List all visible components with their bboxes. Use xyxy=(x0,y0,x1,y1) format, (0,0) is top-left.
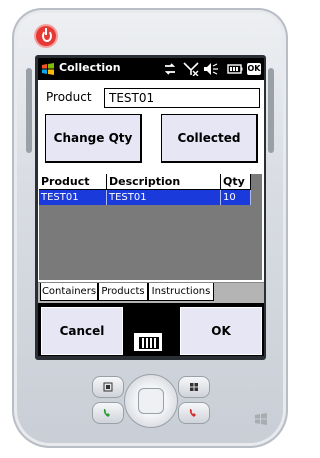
bottom-bar: Cancel OK xyxy=(38,303,264,356)
battery-icon[interactable] xyxy=(227,62,243,76)
volume-icon[interactable] xyxy=(203,62,219,76)
products-grid: Product Description Qty TEST01 TEST01 10 xyxy=(39,174,262,280)
title-bar: Collection OK xyxy=(38,58,264,80)
grid-cell-qty[interactable]: 10 xyxy=(221,190,251,205)
tab-products[interactable]: Products xyxy=(98,283,148,301)
ok-button[interactable]: OK xyxy=(180,307,262,355)
end-call-button[interactable] xyxy=(178,402,210,424)
grid-header-description[interactable]: Description xyxy=(107,174,221,190)
tab-instructions[interactable]: Instructions xyxy=(148,283,214,301)
end-call-icon xyxy=(189,409,196,417)
keyboard-icon[interactable] xyxy=(134,333,162,351)
connectivity-icon[interactable] xyxy=(163,62,177,76)
tab-containers[interactable]: Containers xyxy=(40,283,98,301)
grid-header-qty[interactable]: Qty xyxy=(221,174,251,190)
call-button[interactable] xyxy=(92,402,124,424)
product-label: Product xyxy=(46,90,92,104)
tab-bar: Containers Products Instructions xyxy=(38,282,264,303)
signal-off-icon[interactable] xyxy=(183,62,199,76)
dpad-center-button[interactable] xyxy=(138,388,164,414)
device-grip-right xyxy=(268,68,274,153)
hardware-left-softkey[interactable] xyxy=(92,376,124,398)
hardware-right-softkey[interactable] xyxy=(178,376,210,398)
device-grip-left xyxy=(26,68,32,153)
cancel-button[interactable]: Cancel xyxy=(41,307,123,355)
call-icon xyxy=(103,409,110,417)
grid-header-product[interactable]: Product xyxy=(39,174,107,190)
ok-badge[interactable]: OK xyxy=(247,63,261,75)
windows-start-icon[interactable] xyxy=(41,62,55,76)
windows-logo-icon xyxy=(255,413,267,425)
grid-key-icon xyxy=(190,383,198,391)
grid-cell-product[interactable]: TEST01 xyxy=(39,190,107,205)
grid-cell-description[interactable]: TEST01 xyxy=(107,190,221,205)
product-input[interactable]: TEST01 xyxy=(104,88,260,108)
calendar-key-icon xyxy=(103,382,113,392)
change-qty-button[interactable]: Change Qty xyxy=(45,114,142,163)
power-icon[interactable] xyxy=(36,26,56,46)
window-title: Collection xyxy=(59,61,121,74)
collected-button[interactable]: Collected xyxy=(161,114,258,163)
screen: Collection OK Product TEST01 Change Qty … xyxy=(38,58,264,356)
